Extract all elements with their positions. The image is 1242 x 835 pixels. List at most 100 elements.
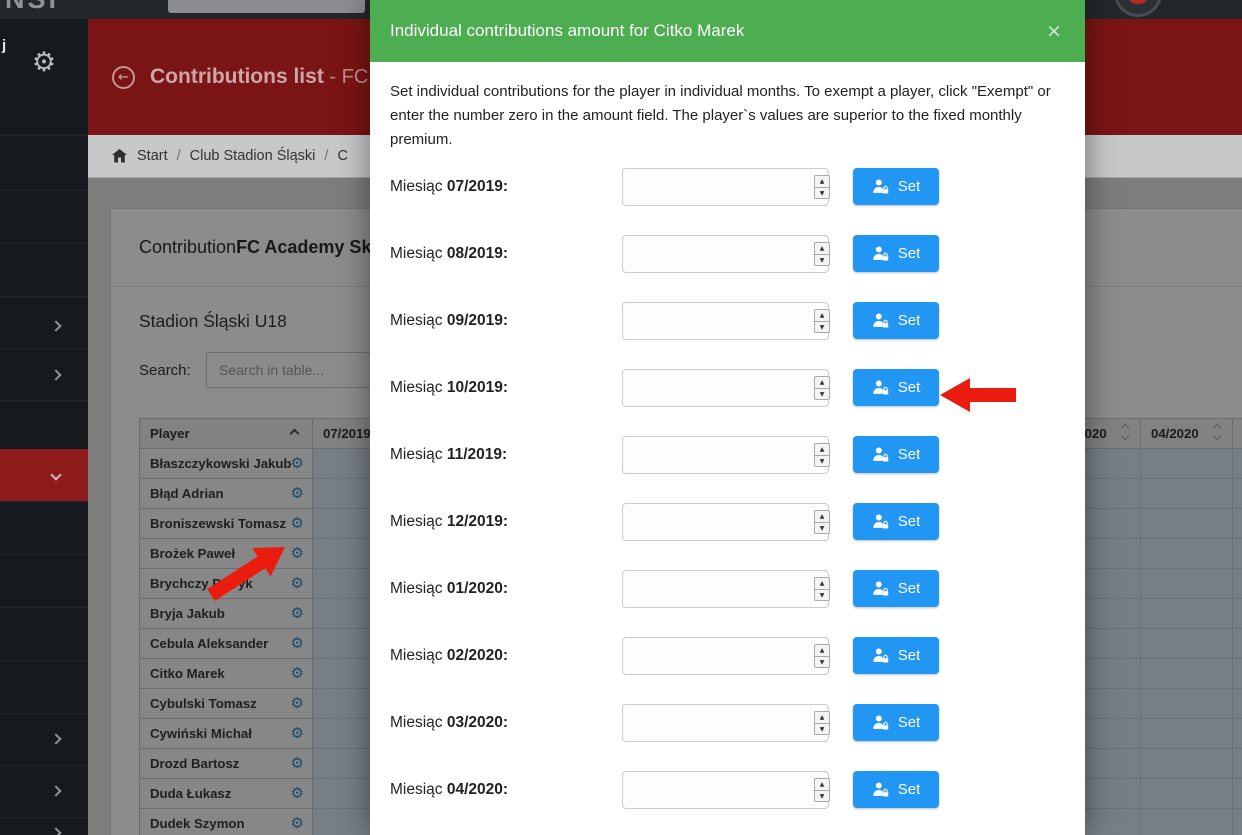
month-row: Miesiąc 09/2019: ▲ ▼ Set [390, 302, 1053, 340]
amount-input[interactable] [622, 235, 829, 273]
set-button[interactable]: Set [853, 637, 939, 674]
modal-header: Individual contributions amount for Citk… [370, 0, 1085, 62]
breadcrumb-item[interactable]: Start [137, 148, 168, 164]
set-button[interactable]: Set [853, 168, 939, 205]
amount-input[interactable] [622, 704, 829, 742]
user-lock-icon [872, 714, 889, 731]
spinner-down-icon[interactable]: ▼ [815, 522, 829, 533]
app-logo: NSI [5, 0, 59, 15]
page-title: Contributions list - FC A [150, 65, 386, 89]
spinner-up-icon[interactable]: ▲ [815, 243, 829, 254]
club-logo-shield [1127, 0, 1149, 4]
number-spinner[interactable]: ▲ ▼ [814, 644, 830, 668]
month-row: Miesiąc 04/2020: ▲ ▼ Set [390, 771, 1053, 809]
sidebar-item[interactable] [0, 713, 88, 765]
set-button[interactable]: Set [853, 503, 939, 540]
close-icon[interactable]: × [1043, 20, 1065, 42]
sidebar-item-active[interactable] [0, 449, 88, 501]
set-button-label: Set [898, 446, 921, 463]
user-lock-icon [872, 647, 889, 664]
number-spinner[interactable]: ▲ ▼ [814, 443, 830, 467]
global-search-input[interactable] [168, 0, 365, 13]
set-button[interactable]: Set [853, 570, 939, 607]
back-button[interactable]: ← [112, 66, 135, 89]
sidebar-item[interactable] [0, 817, 88, 835]
spinner-up-icon[interactable]: ▲ [815, 645, 829, 656]
month-label: Miesiąc 08/2019: [390, 245, 508, 262]
breadcrumb-items: /Start/Club Stadion Śląski/C [137, 148, 348, 164]
amount-input[interactable] [622, 369, 829, 407]
amount-input[interactable] [622, 570, 829, 608]
chevron-right-icon [50, 369, 61, 380]
modal-body: Set individual contributions for the pla… [370, 62, 1085, 809]
month-row: Miesiąc 11/2019: ▲ ▼ Set [390, 436, 1053, 474]
amount-input[interactable] [622, 168, 829, 206]
month-label: Miesiąc 02/2020: [390, 647, 508, 664]
spinner-up-icon[interactable]: ▲ [815, 511, 829, 522]
modal-title: Individual contributions amount for Citk… [390, 21, 744, 41]
user-lock-icon [872, 781, 889, 798]
spinner-down-icon[interactable]: ▼ [815, 321, 829, 332]
spinner-up-icon[interactable]: ▲ [815, 176, 829, 187]
spinner-down-icon[interactable]: ▼ [815, 723, 829, 734]
month-rows: Miesiąc 07/2019: ▲ ▼ Set [390, 168, 1053, 809]
set-button[interactable]: Set [853, 436, 939, 473]
user-lock-icon [872, 513, 889, 530]
user-lock-icon [872, 245, 889, 262]
amount-input[interactable] [622, 771, 829, 809]
set-button-label: Set [898, 781, 921, 798]
chevron-right-icon [50, 827, 61, 835]
sidebar-item[interactable] [0, 348, 88, 400]
month-row: Miesiąc 08/2019: ▲ ▼ Set [390, 235, 1053, 273]
spinner-down-icon[interactable]: ▼ [815, 254, 829, 265]
amount-input[interactable] [622, 436, 829, 474]
spinner-down-icon[interactable]: ▼ [815, 455, 829, 466]
spinner-down-icon[interactable]: ▼ [815, 187, 829, 198]
month-label: Miesiąc 04/2020: [390, 781, 508, 798]
spinner-up-icon[interactable]: ▲ [815, 578, 829, 589]
month-label: Miesiąc 01/2020: [390, 580, 508, 597]
spinner-down-icon[interactable]: ▼ [815, 589, 829, 600]
amount-input[interactable] [622, 637, 829, 675]
spinner-up-icon[interactable]: ▲ [815, 377, 829, 388]
set-button[interactable]: Set [853, 302, 939, 339]
home-icon[interactable] [112, 149, 127, 163]
number-spinner[interactable]: ▲ ▼ [814, 175, 830, 199]
sidebar-item[interactable] [0, 765, 88, 817]
sidebar-item[interactable] [0, 296, 88, 348]
chevron-right-icon [50, 320, 61, 331]
spinner-up-icon[interactable]: ▲ [815, 310, 829, 321]
spinner-up-icon[interactable]: ▲ [815, 779, 829, 790]
spinner-down-icon[interactable]: ▼ [815, 790, 829, 801]
number-spinner[interactable]: ▲ ▼ [814, 510, 830, 534]
breadcrumb-item[interactable]: C [337, 148, 347, 164]
set-button[interactable]: Set [853, 369, 939, 406]
breadcrumb-item[interactable]: Club Stadion Śląski [190, 148, 316, 164]
amount-input[interactable] [622, 302, 829, 340]
month-label: Miesiąc 11/2019: [390, 446, 507, 463]
number-spinner[interactable]: ▲ ▼ [814, 711, 830, 735]
set-button[interactable]: Set [853, 235, 939, 272]
number-spinner[interactable]: ▲ ▼ [814, 577, 830, 601]
spinner-up-icon[interactable]: ▲ [815, 712, 829, 723]
user-lock-icon [872, 178, 889, 195]
chevron-right-icon [50, 733, 61, 744]
user-lock-icon [872, 446, 889, 463]
set-button[interactable]: Set [853, 704, 939, 741]
sidebar-nav: j ⚙ [0, 19, 88, 835]
spinner-up-icon[interactable]: ▲ [815, 444, 829, 455]
month-row: Miesiąc 07/2019: ▲ ▼ Set [390, 168, 1053, 206]
settings-gear-icon[interactable]: ⚙ [0, 47, 88, 78]
number-spinner[interactable]: ▲ ▼ [814, 242, 830, 266]
number-spinner[interactable]: ▲ ▼ [814, 376, 830, 400]
month-label: Miesiąc 07/2019: [390, 178, 508, 195]
spinner-down-icon[interactable]: ▼ [815, 388, 829, 399]
month-label: Miesiąc 09/2019: [390, 312, 508, 329]
number-spinner[interactable]: ▲ ▼ [814, 778, 830, 802]
spinner-down-icon[interactable]: ▼ [815, 656, 829, 667]
set-button[interactable]: Set [853, 771, 939, 808]
number-spinner[interactable]: ▲ ▼ [814, 309, 830, 333]
amount-input[interactable] [622, 503, 829, 541]
set-button-label: Set [898, 513, 921, 530]
user-lock-icon [872, 312, 889, 329]
